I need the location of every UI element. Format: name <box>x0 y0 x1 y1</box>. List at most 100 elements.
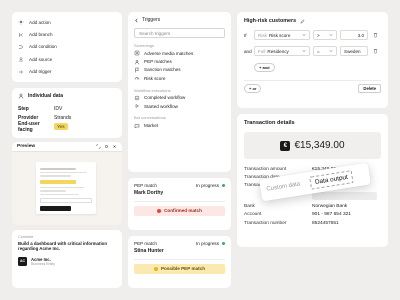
field-value: Risk score <box>268 32 291 38</box>
gauge-icon <box>134 77 140 80</box>
add-and-button[interactable]: + and <box>254 63 275 72</box>
add-menu-card: Add action Add branch Add condition Add … <box>12 12 122 82</box>
value-text: Sweden <box>344 48 361 54</box>
divider <box>244 80 381 81</box>
value-input[interactable]: 3.0 <box>340 30 368 40</box>
chevron-down-icon <box>329 34 333 36</box>
divider <box>134 259 225 260</box>
edit-icon[interactable] <box>300 19 305 24</box>
play-icon <box>135 104 139 109</box>
trigger-label: Risk score <box>144 75 166 81</box>
trigger-completed-workflow[interactable]: Completed workflow <box>134 94 225 102</box>
trash-icon[interactable] <box>373 48 378 54</box>
chat-message: Build a dashboard with critical informat… <box>18 241 108 252</box>
badge-label: Possible PEP match <box>160 266 206 271</box>
menu-item-label: Add branch <box>29 32 53 38</box>
amount-display: € €15,349.00 <box>244 132 381 159</box>
add-or-button[interactable]: + or <box>244 83 262 93</box>
tx-value: 901 - 987 654 321 <box>312 212 351 218</box>
check-circle-icon <box>134 95 140 100</box>
trigger-pep-matches[interactable]: PEP matches <box>134 57 225 65</box>
delete-button[interactable]: Delete <box>358 83 381 93</box>
field-select[interactable]: Full Residency <box>254 46 310 56</box>
trigger-adverse-media[interactable]: Adverse media matches <box>134 49 225 57</box>
action-icon <box>18 19 24 25</box>
menu-item-label: Add action <box>29 19 51 25</box>
operator-value: > <box>317 32 320 38</box>
row-value: IDV <box>54 105 63 112</box>
menu-item-add-trigger[interactable]: Add trigger <box>18 66 116 78</box>
trigger-risk-score[interactable]: Risk score <box>134 74 225 82</box>
individual-data-title: Individual data <box>28 93 64 99</box>
triggers-search-input[interactable]: Search triggers <box>134 28 225 38</box>
rule-row-1: If Risk Risk score > 3.0 <box>244 30 381 40</box>
operator-select[interactable]: = <box>313 46 337 56</box>
custom-data-option[interactable]: Custom data <box>266 181 301 192</box>
tx-key: Bank <box>244 203 255 209</box>
trigger-label: PEP matches <box>144 59 172 65</box>
trash-icon[interactable] <box>373 32 378 38</box>
menu-item-add-source[interactable]: Add source <box>18 53 116 65</box>
menu-item-add-condition[interactable]: Add condition <box>18 41 116 53</box>
company-chip[interactable]: AC Acme Inc. Business Entity <box>18 257 116 267</box>
chat-card: Conkrete Build a dashboard with critical… <box>12 230 122 288</box>
rule-row-2: and Full Residency = Sweden <box>244 46 381 56</box>
pep-person-name: Stina Hunter <box>134 248 164 254</box>
preview-header: Preview <box>12 142 122 152</box>
expand-icon[interactable] <box>96 144 101 149</box>
triggers-back-button[interactable]: Triggers <box>134 17 225 23</box>
status-text: In progress <box>196 183 219 188</box>
trigger-sanction-matches[interactable]: Sanction matches <box>134 66 225 74</box>
status-dot <box>222 242 225 245</box>
tx-row-account: Account 901 - 987 654 321 <box>244 211 381 219</box>
field-select[interactable]: Risk Risk score <box>254 30 310 40</box>
trigger-label: Started workflow <box>144 103 178 109</box>
section-title: Bot conversations <box>134 115 166 121</box>
operator-select[interactable]: > <box>313 30 337 40</box>
pep-match-card[interactable]: PEP match In progress Mark Dorthy Confir… <box>128 178 231 230</box>
newspaper-icon <box>134 50 140 56</box>
operator-value: = <box>317 48 320 54</box>
company-logo: AC <box>18 257 27 267</box>
possible-match-badge: Possible PEP match <box>134 263 225 274</box>
trigger-market[interactable]: Market <box>134 121 225 129</box>
tx-value: 8524457651 <box>312 220 339 226</box>
value-input[interactable]: Sweden <box>340 46 368 56</box>
chevron-down-icon <box>302 50 306 52</box>
tx-key: Transaction amount <box>244 166 287 172</box>
menu-item-add-branch[interactable]: Add branch <box>18 28 116 40</box>
doc-input <box>40 198 92 203</box>
menu-item-label: Add trigger <box>29 69 52 75</box>
pep-match-card[interactable]: PEP match In progress Stina Hunter Possi… <box>128 236 231 288</box>
preview-controls <box>96 144 117 149</box>
flag-icon <box>135 67 139 73</box>
row-value: Strands <box>54 114 72 121</box>
condition-icon <box>19 45 24 49</box>
field-prefix: Risk <box>258 32 267 38</box>
confirmed-match-badge: Confirmed match <box>134 205 225 216</box>
pep-title: PEP match <box>134 183 157 188</box>
person-badge-icon <box>135 59 139 64</box>
tx-row-number: Transaction number 8524457651 <box>244 219 381 227</box>
pep-status: In progress <box>196 241 225 246</box>
row-key: End-user facing <box>18 120 40 133</box>
preview-title: Preview <box>17 144 36 149</box>
triggers-panel: Triggers Search triggers Screenings Adve… <box>128 12 231 172</box>
chevron-down-icon <box>302 34 306 36</box>
pep-header: PEP match In progress <box>134 241 225 246</box>
close-icon[interactable] <box>112 144 117 149</box>
individual-data-card: Individual data Step IDV Provider Strand… <box>12 88 122 138</box>
risk-rule-card: High-risk customers If Risk Risk score > … <box>237 12 388 108</box>
menu-item-add-action[interactable]: Add action <box>18 16 116 28</box>
trigger-started-workflow[interactable]: Started workflow <box>134 102 225 110</box>
euro-icon: € <box>280 140 291 151</box>
rule-title: High-risk customers <box>244 18 297 24</box>
menu-item-label: Add condition <box>29 44 57 50</box>
pep-person-name: Mark Dorthy <box>134 190 164 196</box>
data-output-option[interactable]: Data output <box>309 169 354 190</box>
trigger-label: Adverse media matches <box>144 50 194 56</box>
doc-highlight <box>40 179 77 184</box>
trigger-label: Market <box>144 123 159 129</box>
settings-icon[interactable] <box>104 144 109 149</box>
doc-line <box>40 193 79 195</box>
